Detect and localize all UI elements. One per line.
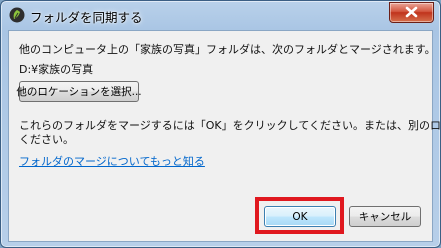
close-button[interactable]	[389, 2, 434, 23]
app-logo-icon	[9, 7, 25, 23]
instruction-text-line1: これらのフォルダをマージするには「OK」をクリックしてください。または、別のロケ…	[19, 119, 441, 132]
window-title: フォルダを同期する	[30, 10, 143, 25]
target-folder-path: D:¥家族の写真	[19, 63, 94, 76]
close-icon	[405, 6, 418, 18]
merge-message: 他のコンピュータ上の「家族の写真」フォルダは、次のフォルダとマージされます。	[19, 43, 436, 56]
learn-more-link[interactable]: フォルダのマージについてもっと知る	[19, 153, 205, 169]
sync-folder-dialog: フォルダを同期する 他のコンピュータ上の「家族の写真」フォルダは、次のフォルダと…	[0, 0, 441, 248]
choose-location-button[interactable]: 他のロケーションを選択...	[16, 81, 142, 102]
cancel-button[interactable]: キャンセル	[349, 206, 421, 227]
ok-button[interactable]: OK	[264, 206, 336, 227]
title-bar: フォルダを同期する	[1, 1, 440, 31]
instruction-text-line2: ください。	[19, 133, 74, 146]
